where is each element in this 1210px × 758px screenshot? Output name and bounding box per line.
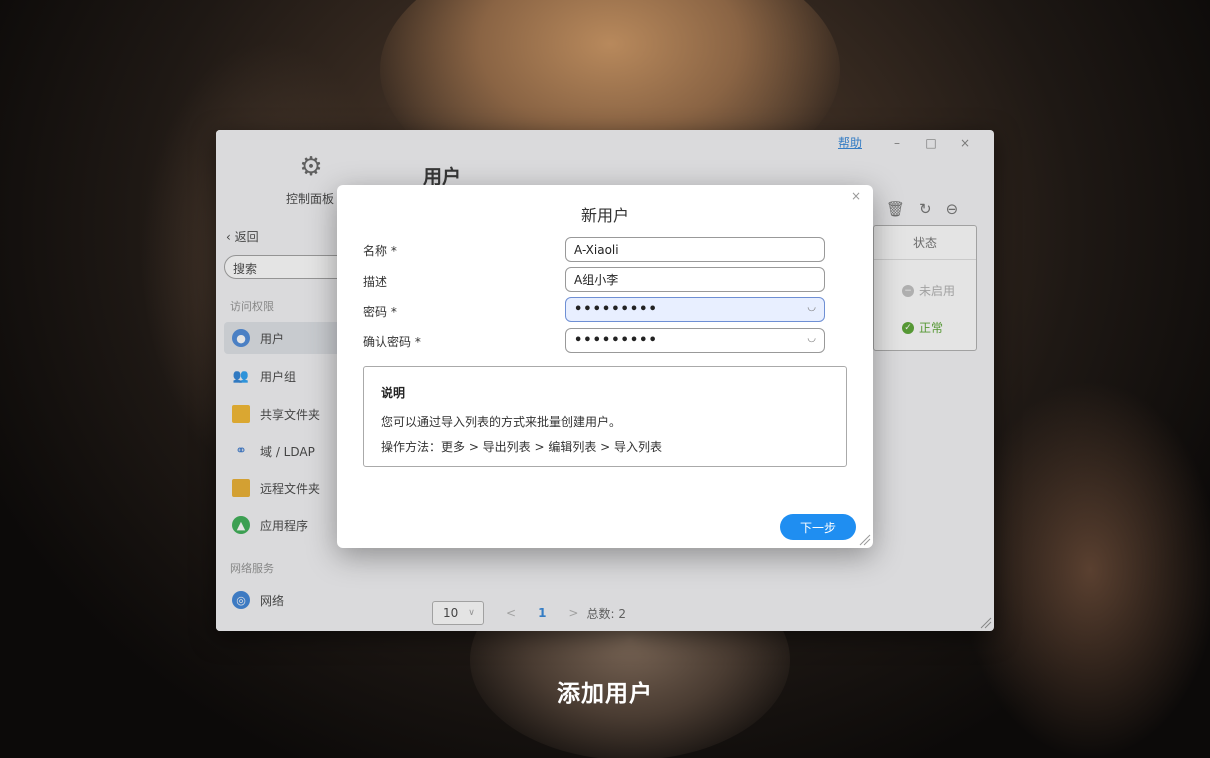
name-label: 名称 * <box>363 244 397 258</box>
info-title: 说明 <box>381 386 406 400</box>
dialog-close-button[interactable]: × <box>851 189 861 203</box>
new-user-dialog: 新用户 × 名称 * A-Xiaoli 描述 A组小李 密码 * •••••••… <box>337 185 873 548</box>
password-label: 密码 * <box>363 305 397 319</box>
caption: 添加用户 <box>557 681 653 707</box>
resize-handle-icon[interactable] <box>859 534 871 546</box>
confirm-password-field[interactable]: ••••••••• ◡ <box>565 328 825 353</box>
description-label: 描述 <box>363 275 388 289</box>
info-box: 说明 您可以通过导入列表的方式来批量创建用户。 操作方法：更多 > 导出列表 >… <box>363 366 847 467</box>
hidden-eye-icon[interactable]: ◡ <box>807 333 816 344</box>
info-line-1: 您可以通过导入列表的方式来批量创建用户。 <box>381 415 622 429</box>
description-field[interactable]: A组小李 <box>565 267 825 292</box>
password-field[interactable]: ••••••••• ◡ <box>565 297 825 322</box>
hidden-eye-icon[interactable]: ◡ <box>807 302 816 313</box>
info-line-2: 操作方法：更多 > 导出列表 > 编辑列表 > 导入列表 <box>381 440 663 454</box>
confirm-password-label: 确认密码 * <box>363 335 421 349</box>
dialog-title: 新用户 <box>580 206 629 225</box>
name-field[interactable]: A-Xiaoli <box>565 237 825 262</box>
next-button[interactable]: 下一步 <box>780 514 856 540</box>
